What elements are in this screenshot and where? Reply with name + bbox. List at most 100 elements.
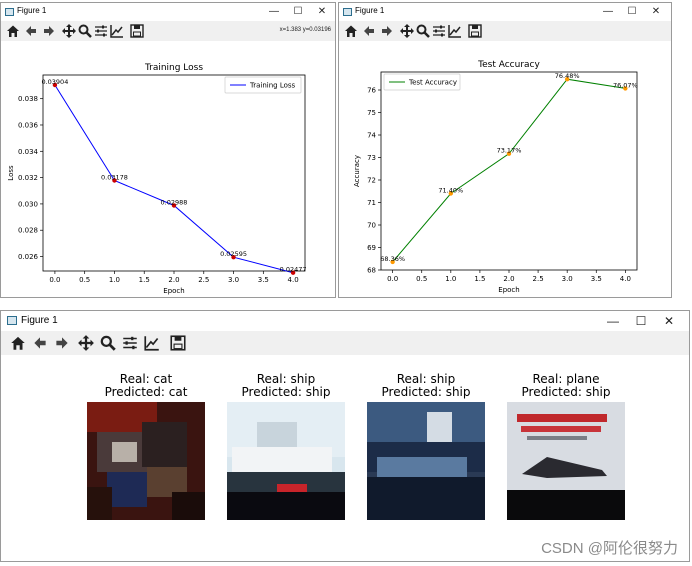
- legend-label: Test Accuracy: [408, 79, 457, 87]
- zoom-icon[interactable]: [77, 23, 93, 39]
- legend: Test Accuracy: [383, 73, 461, 91]
- cursor-coordinates: x=1.383 y=0.03196: [279, 27, 331, 33]
- data-label: 0.03904: [41, 78, 68, 86]
- home-icon[interactable]: [5, 23, 21, 39]
- forward-icon[interactable]: [53, 334, 71, 352]
- y-tick-label: 0.028: [18, 227, 38, 235]
- cat-image: [87, 402, 205, 520]
- y-tick-label: 69: [367, 244, 376, 252]
- toolbar: [339, 21, 671, 41]
- y-axis-label: Loss: [7, 165, 15, 181]
- minimize-button[interactable]: —: [599, 313, 627, 329]
- y-tick-label: 0.026: [18, 253, 39, 261]
- data-label: 0.02595: [220, 250, 247, 258]
- configure-subplots-icon[interactable]: [93, 23, 109, 39]
- close-button[interactable]: ✕: [645, 4, 667, 20]
- figure-icon: [5, 8, 14, 16]
- figure-icon: [7, 316, 17, 325]
- y-tick-label: 0.032: [18, 174, 38, 182]
- x-tick-label: 3.5: [591, 275, 602, 283]
- forward-icon[interactable]: [379, 23, 395, 39]
- title-bar[interactable]: Figure 1 — ☐ ✕: [1, 311, 689, 331]
- y-tick-label: 74: [367, 132, 376, 140]
- y-tick-label: 68: [367, 267, 376, 275]
- y-tick-label: 0.036: [18, 121, 39, 129]
- maximize-button[interactable]: ☐: [287, 4, 309, 20]
- minimize-button[interactable]: —: [597, 4, 619, 20]
- data-label: 71.40%: [438, 187, 463, 195]
- figure-icon: [343, 8, 352, 16]
- loss-chart[interactable]: Training Loss Epoch Loss Training Loss 0…: [1, 41, 335, 297]
- data-label: 73.17%: [497, 147, 522, 155]
- close-button[interactable]: ✕: [655, 313, 683, 329]
- window-title: Figure 1: [17, 6, 47, 15]
- pan-icon[interactable]: [77, 334, 95, 352]
- data-label: 76.07%: [613, 81, 638, 89]
- figure-window-predictions: Figure 1 — ☐ ✕ Real: cat Predicted: cat: [0, 310, 690, 562]
- back-icon[interactable]: [31, 334, 49, 352]
- accuracy-chart[interactable]: Test Accuracy Epoch Accuracy Test Accura…: [339, 41, 671, 297]
- configure-subplots-icon[interactable]: [121, 334, 139, 352]
- y-axis-label: Accuracy: [353, 155, 361, 187]
- pan-icon[interactable]: [61, 23, 77, 39]
- x-tick-label: 2.0: [503, 275, 514, 283]
- home-icon[interactable]: [343, 23, 359, 39]
- prediction-panel: Real: ship Predicted: ship: [367, 373, 485, 520]
- predicted-label: Predicted: ship: [521, 385, 611, 399]
- edit-axis-icon[interactable]: [143, 334, 161, 352]
- toolbar: x=1.383 y=0.03196: [1, 21, 335, 41]
- x-tick-label: 3.0: [562, 275, 573, 283]
- window-title: Figure 1: [21, 315, 58, 326]
- data-label: 0.02988: [161, 198, 188, 206]
- data-label: 76.48%: [555, 72, 580, 80]
- edit-axis-icon[interactable]: [109, 23, 125, 39]
- x-tick-label: 1.0: [109, 276, 120, 284]
- forward-icon[interactable]: [41, 23, 57, 39]
- back-icon[interactable]: [23, 23, 39, 39]
- predicted-label: Predicted: ship: [381, 385, 471, 399]
- zoom-icon[interactable]: [99, 334, 117, 352]
- y-tick-label: 0.038: [18, 95, 38, 103]
- y-tick-label: 73: [367, 154, 376, 162]
- x-tick-label: 2.5: [198, 276, 209, 284]
- y-tick-label: 0.030: [18, 200, 38, 208]
- chart-title: Training Loss: [144, 63, 203, 73]
- toolbar: [1, 331, 689, 355]
- x-tick-label: 4.0: [620, 275, 631, 283]
- y-tick-label: 72: [367, 177, 376, 185]
- y-tick-label: 70: [367, 222, 376, 230]
- x-tick-label: 3.0: [228, 276, 239, 284]
- watermark: CSDN @阿伦很努力: [541, 540, 678, 557]
- minimize-button[interactable]: —: [263, 4, 285, 20]
- legend: Training Loss: [224, 76, 302, 94]
- y-tick-label: 76: [367, 87, 376, 95]
- maximize-button[interactable]: ☐: [627, 313, 655, 329]
- title-bar[interactable]: Figure 1 — ☐ ✕: [339, 3, 671, 21]
- x-axis-label: Epoch: [498, 286, 519, 294]
- ship-image: [367, 402, 485, 520]
- title-bar[interactable]: Figure 1 — ☐ ✕: [1, 3, 335, 21]
- predicted-label: Predicted: ship: [241, 385, 331, 399]
- window-title: Figure 1: [355, 6, 385, 15]
- save-icon[interactable]: [169, 334, 187, 352]
- x-axis-label: Epoch: [163, 287, 184, 295]
- plane-image: [507, 402, 625, 520]
- zoom-icon[interactable]: [415, 23, 431, 39]
- home-icon[interactable]: [9, 334, 27, 352]
- x-tick-label: 0.0: [387, 275, 398, 283]
- edit-axis-icon[interactable]: [447, 23, 463, 39]
- chart-title: Test Accuracy: [477, 60, 540, 70]
- close-button[interactable]: ✕: [311, 4, 333, 20]
- configure-subplots-icon[interactable]: [431, 23, 447, 39]
- axes-frame: [380, 71, 638, 271]
- x-tick-label: 1.5: [139, 276, 150, 284]
- save-icon[interactable]: [467, 23, 483, 39]
- prediction-panel: Real: plane Predicted: ship: [507, 373, 625, 520]
- x-tick-label: 0.0: [49, 276, 60, 284]
- save-icon[interactable]: [129, 23, 145, 39]
- axes-frame: [42, 74, 306, 272]
- maximize-button[interactable]: ☐: [621, 4, 643, 20]
- figure-window-accuracy: Figure 1 — ☐ ✕ Test Accuracy Epoch Accur…: [338, 2, 672, 298]
- back-icon[interactable]: [361, 23, 377, 39]
- pan-icon[interactable]: [399, 23, 415, 39]
